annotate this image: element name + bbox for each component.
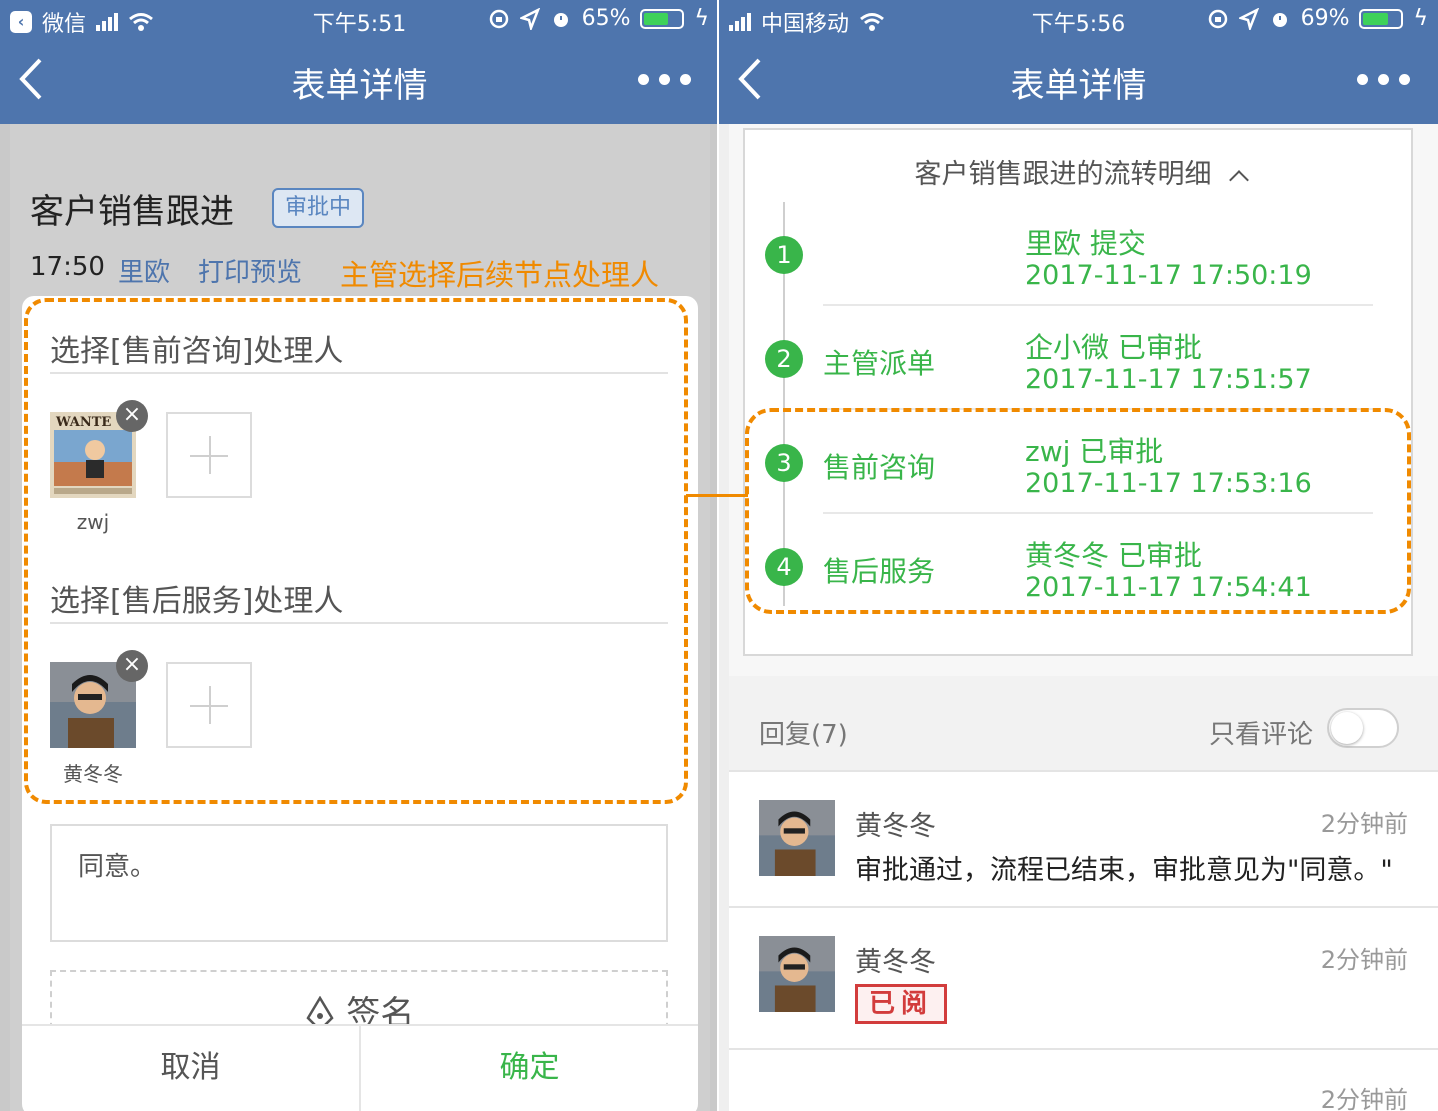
comment-item: 黄冬冬 2分钟前 审批通过，流程已结束，审批意见为"同意。" <box>729 772 1438 908</box>
form-title: 客户销售跟进 <box>30 192 234 232</box>
battery-icon <box>640 8 685 29</box>
nav-title: 表单详情 <box>291 66 428 106</box>
avatar-huangdongdong <box>759 800 835 876</box>
confirm-button[interactable]: 确定 <box>361 1026 698 1111</box>
status-badge: 审批中 <box>272 188 364 228</box>
battery-percent: 65% <box>581 6 631 31</box>
divider <box>823 304 1373 306</box>
nav-bar: 表单详情 <box>0 40 719 124</box>
left-screen: ‹ 微信 下午5:51 65% ϟ 表单详情 客户销售跟进 审批中 17:50 … <box>0 0 719 1111</box>
highlight-box <box>24 298 688 804</box>
dialog-footer: 取消 确定 <box>22 1024 698 1111</box>
cancel-button[interactable]: 取消 <box>22 1026 361 1111</box>
annotation-label: 主管选择后续节点处理人 <box>340 258 660 292</box>
comment-time: 2分钟前 <box>1320 1086 1408 1111</box>
status-bar: ‹ 微信 下午5:51 65% ϟ <box>0 0 719 40</box>
rotation-lock-icon <box>1208 9 1227 28</box>
step-number: 1 <box>765 236 803 274</box>
comment-item: 2分钟前 <box>729 1050 1438 1111</box>
only-comments-toggle[interactable] <box>1327 708 1399 748</box>
comment-text: 审批通过，流程已结束，审批意见为"同意。" <box>855 855 1393 886</box>
status-bar: 中国移动 下午5:56 69% ϟ <box>719 0 1438 40</box>
comment-input[interactable]: 同意。 <box>50 824 668 942</box>
flow-title[interactable]: 客户销售跟进的流转明细 <box>745 152 1415 191</box>
step-time: 2017-11-17 17:51:57 <box>1025 364 1312 395</box>
location-icon <box>519 7 540 30</box>
submitter-link[interactable]: 里欧 <box>118 252 170 289</box>
step-time: 2017-11-17 17:50:19 <box>1025 260 1312 291</box>
step-name: 主管派单 <box>823 347 936 380</box>
comment-author: 黄冬冬 <box>855 811 936 842</box>
read-stamp: 已阅 <box>855 984 947 1024</box>
form-time: 17:50 <box>30 252 105 282</box>
comment-item: 黄冬冬 2分钟前 已阅 <box>729 908 1438 1050</box>
comment-time: 2分钟前 <box>1320 810 1408 838</box>
step-action: 里欧 提交 <box>1025 227 1146 260</box>
print-preview-link[interactable]: 打印预览 <box>198 252 302 289</box>
chevron-up-icon <box>1228 170 1249 190</box>
nav-title: 表单详情 <box>1010 66 1147 106</box>
highlight-connector <box>686 494 748 497</box>
charging-icon: ϟ <box>1413 6 1428 31</box>
reply-header: 回复(7) 只看评论 <box>729 676 1438 772</box>
location-icon <box>1238 7 1259 30</box>
nav-bar: 表单详情 <box>719 40 1438 124</box>
right-screen: 中国移动 下午5:56 69% ϟ 表单详情 客户销售跟进的流转明细 1 里欧 … <box>719 0 1438 1111</box>
alarm-icon <box>553 12 568 27</box>
avatar-huangdongdong <box>759 936 835 1012</box>
comment-time: 2分钟前 <box>1320 946 1408 974</box>
highlight-box <box>745 408 1411 614</box>
step-number: 2 <box>765 340 803 378</box>
reply-count: 回复(7) <box>759 720 848 750</box>
comment-author: 黄冬冬 <box>855 947 936 978</box>
more-icon[interactable] <box>1357 74 1410 85</box>
step-action: 企小微 已审批 <box>1025 331 1202 364</box>
battery-icon <box>1359 8 1404 29</box>
battery-percent: 69% <box>1300 6 1350 31</box>
only-comments-label: 只看评论 <box>1209 720 1314 750</box>
charging-icon: ϟ <box>694 6 709 31</box>
alarm-icon <box>1272 12 1287 27</box>
flow-title-text: 客户销售跟进的流转明细 <box>914 159 1212 190</box>
more-icon[interactable] <box>638 74 691 85</box>
rotation-lock-icon <box>489 9 508 28</box>
